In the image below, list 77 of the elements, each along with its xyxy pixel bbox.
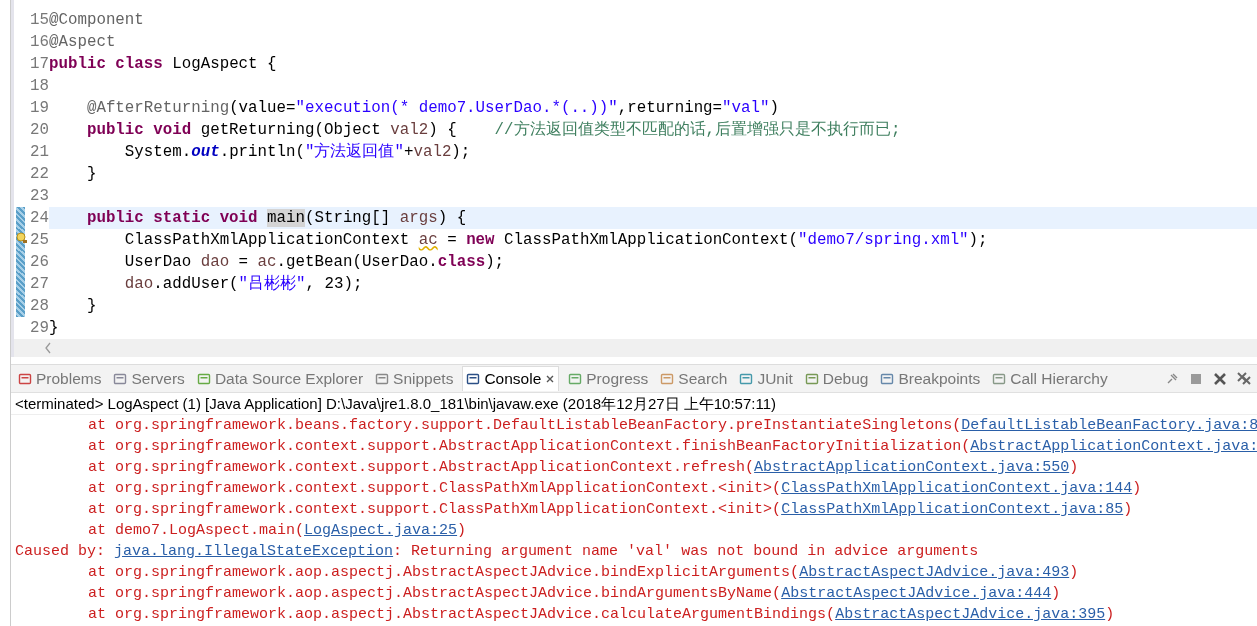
console-line: at org.springframework.context.support.AbstractApplicationContext.refresh(AbstractApplicationContext.java:550) [87, 458, 1080, 478]
console-line: at org.springframework.beans.factory.support.DefaultListableBeanFactory.preInstantiateSingletons(DefaultListableBeanFactory.java:8 [87, 416, 1257, 436]
line-number: 22 [29, 165, 49, 183]
console-line: at org.springframework.aop.aspectj.AbstractAspectJAdvice.bindArgumentsByName(AbstractAspectJAdvice.java:444) [87, 584, 1062, 604]
code-line: @Aspect [49, 32, 117, 53]
view-tab[interactable]: Progress [565, 366, 652, 391]
view-tab[interactable]: Servers [110, 366, 188, 391]
stack-trace-link[interactable]: ClassPathXmlApplicationContext.java:85 [781, 501, 1124, 518]
stack-trace-link[interactable]: LogAspect.java:25 [304, 522, 458, 539]
view-tab[interactable]: Search [657, 366, 731, 391]
view-tab[interactable]: Problems [15, 366, 105, 391]
code-line: public void getReturning(Object val2) { //方法返回值类型不匹配的话,后置增强只是不执行而已; [85, 119, 902, 141]
code-line: public class LogAspect { [49, 54, 278, 75]
line-number: 17 [29, 55, 49, 73]
line-number: 25 [29, 231, 49, 249]
stack-trace-link[interactable]: AbstractAspectJAdvice.java:493 [799, 564, 1070, 581]
stack-trace-link[interactable]: AbstractAspectJAdvice.java:395 [835, 606, 1106, 623]
console-line: at org.springframework.aop.aspectj.AbstractAspectJAdvice.calculateArgumentBindings(AbstractAspectJAdvice.java:395) [87, 605, 1116, 625]
stack-trace-link[interactable]: DefaultListableBeanFactory.java:8 [961, 417, 1257, 434]
line-number: 23 [29, 187, 49, 205]
code-line: dao.addUser("吕彬彬", 23); [123, 274, 364, 295]
console-line: at org.springframework.context.support.ClassPathXmlApplicationContext.<init>(ClassPathXmlApplicationContext.java:85) [87, 500, 1134, 520]
line-number: 27 [29, 275, 49, 293]
stack-trace-link[interactable]: AbstractApplicationContext.java:550 [754, 459, 1070, 476]
view-tab[interactable]: Data Source Explorer [193, 366, 367, 391]
code-line: UserDao dao = ac.getBean(UserDao.class); [123, 252, 506, 273]
view-icon [568, 371, 583, 386]
view-icon [992, 371, 1007, 386]
console-header: <terminated> LogAspect (1) [Java Application] D:\Java\jre1.8.0_181\bin\javaw.exe (2018年12月27日 上午10:57:11) [11, 393, 1257, 415]
view-icon [804, 371, 819, 386]
line-number: 15 [29, 11, 49, 29]
view-icon [660, 371, 675, 386]
line-number: 19 [29, 99, 49, 117]
view-tab[interactable]: Call Hierarchy [989, 366, 1111, 391]
line-number: 20 [29, 121, 49, 139]
view-icon [196, 371, 211, 386]
line-number: 29 [29, 319, 49, 337]
view-tab[interactable]: Snippets [372, 366, 457, 391]
code-line: @Component [49, 10, 145, 31]
code-line: } [85, 296, 98, 317]
view-icon [880, 371, 895, 386]
warning-icon[interactable] [16, 232, 28, 244]
view-tab[interactable]: JUnit [736, 366, 796, 391]
console-line: Caused by: java.lang.IllegalStateException: Returning argument name 'val' was not bound in advice arguments [14, 542, 980, 562]
stack-trace-link[interactable]: AbstractApplicationContext.java: [970, 438, 1257, 455]
line-number: 16 [29, 33, 49, 51]
pin-icon [1165, 371, 1179, 386]
code-line: } [49, 318, 60, 339]
console-line: at org.springframework.aop.aspectj.AbstractAspectJAdvice.bindExplicitArguments(AbstractAspectJAdvice.java:493) [87, 563, 1080, 583]
view-tab[interactable]: Console [462, 366, 560, 391]
view-icon [375, 371, 390, 386]
view-icon [113, 371, 128, 386]
line-number: 21 [29, 143, 49, 161]
line-number: 26 [29, 253, 49, 271]
view-tab[interactable]: Debug [801, 366, 872, 391]
console-line: at org.springframework.context.support.AbstractApplicationContext.finishBeanFactoryInitialization(AbstractApplicationContext.java: [87, 437, 1257, 457]
stack-trace-link[interactable]: AbstractAspectJAdvice.java:444 [781, 585, 1052, 602]
view-icon [18, 371, 32, 386]
code-line: @AfterReturning(value="execution(* demo7.UserDao.*(..))",returning="val") [85, 98, 780, 119]
view-icon [739, 371, 754, 386]
close-icon[interactable] [545, 374, 556, 384]
horizontal-scrollbar[interactable] [14, 339, 1257, 357]
line-number: 28 [29, 297, 49, 315]
stack-trace-link[interactable]: java.lang.IllegalStateException [114, 543, 394, 560]
stop-icon [1189, 371, 1203, 386]
code-line: } [85, 164, 98, 185]
console-line: at demo7.LogAspect.main(LogAspect.java:25) [87, 521, 468, 541]
line-number: 18 [29, 77, 49, 95]
stack-trace-link[interactable]: ClassPathXmlApplicationContext.java:144 [781, 480, 1133, 497]
line-number: 24 [29, 209, 49, 227]
remove-all-icon [1237, 371, 1251, 386]
view-icon [466, 372, 481, 386]
code-line: System.out.println("方法返回值"+val2); [123, 141, 472, 163]
code-line: ClassPathXmlApplicationContext ac = new ClassPathXmlApplicationContext("demo7/spring.xml"); [123, 230, 989, 251]
console-line: at org.springframework.context.support.ClassPathXmlApplicationContext.<init>(ClassPathXmlApplicationContext.java:144) [87, 479, 1143, 499]
remove-icon [1213, 371, 1227, 386]
view-tab[interactable]: Breakpoints [877, 366, 984, 391]
